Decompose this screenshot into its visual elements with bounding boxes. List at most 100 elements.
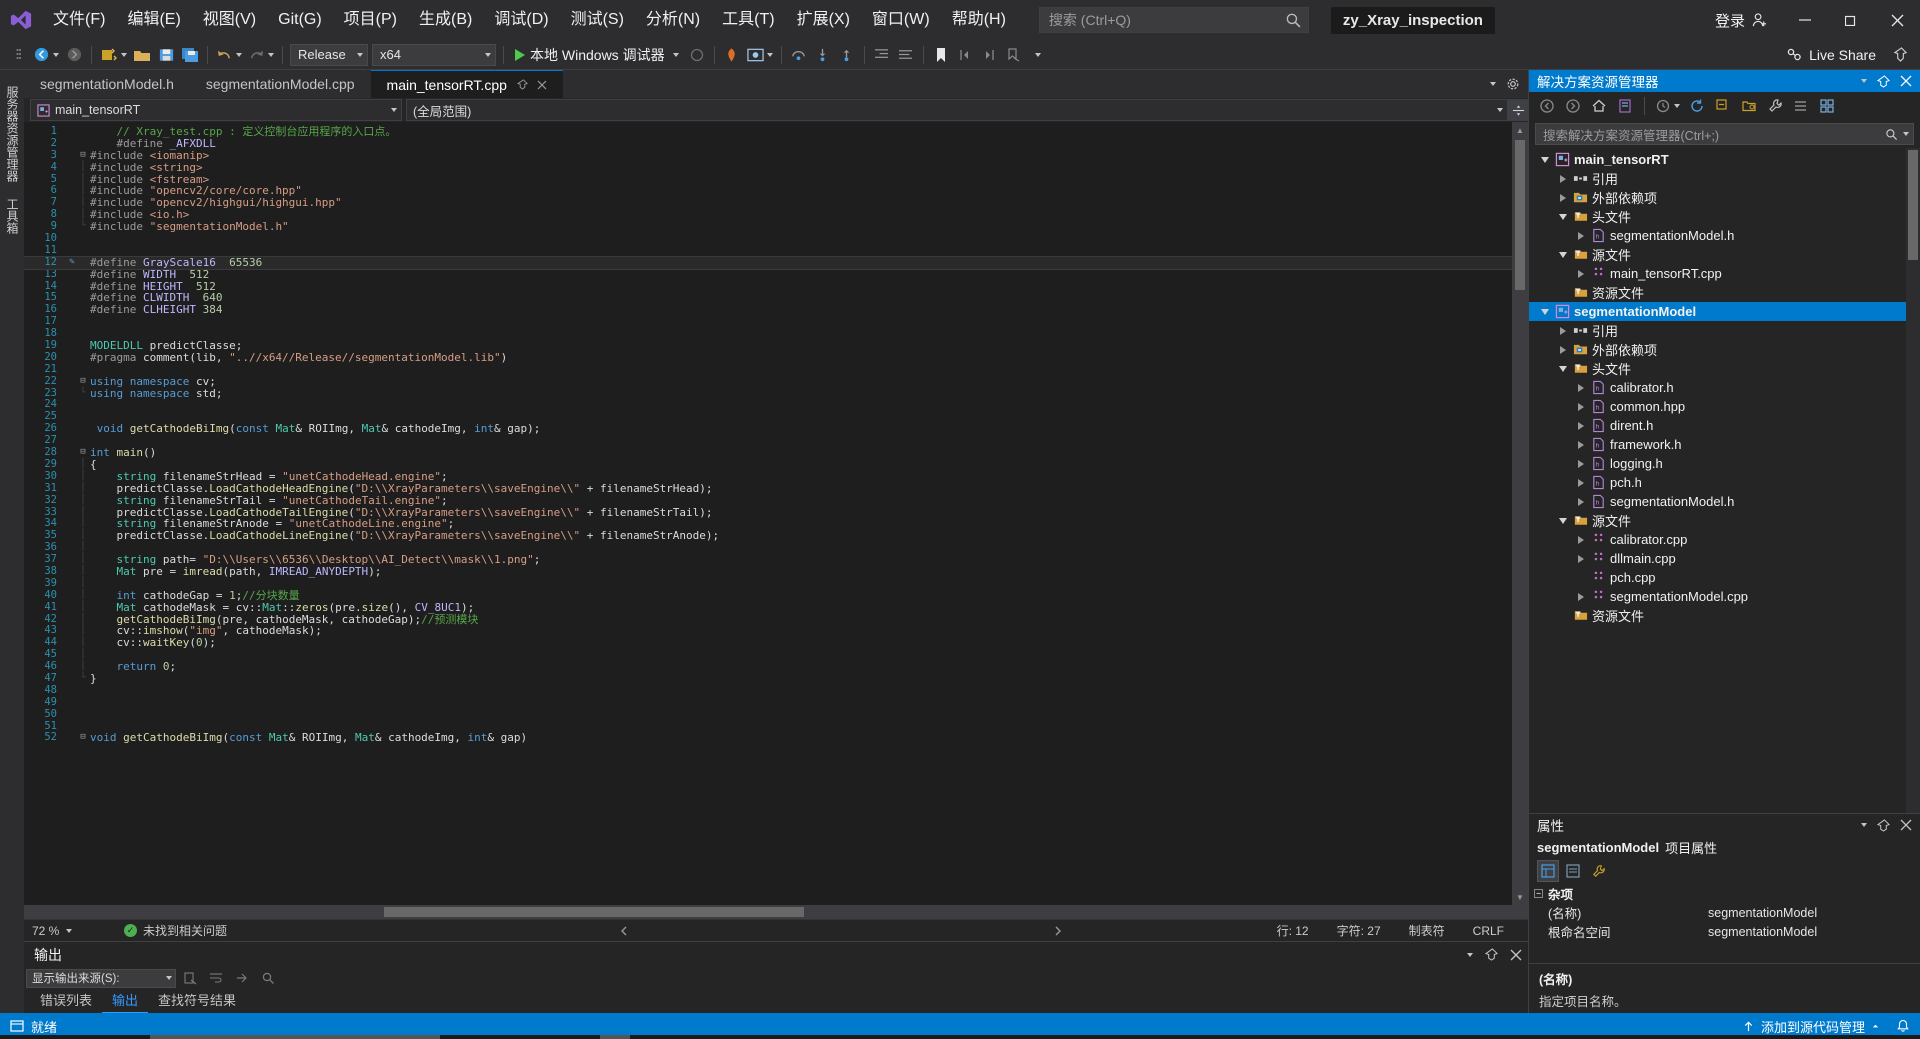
- solution-tree-item[interactable]: pch.cpp: [1529, 568, 1920, 587]
- editor-settings-gear-icon[interactable]: [1506, 77, 1520, 91]
- editor-hscroll-thumb[interactable]: [384, 907, 804, 917]
- indent-decrease-button[interactable]: [870, 42, 894, 68]
- code-line[interactable]: 48: [24, 684, 1512, 697]
- close-output-icon[interactable]: [1510, 949, 1522, 961]
- solution-tree-item[interactable]: 引用: [1529, 321, 1920, 340]
- solution-configuration-select[interactable]: Release: [290, 43, 368, 66]
- step-out-button[interactable]: [835, 42, 859, 68]
- code-line[interactable]: 17: [24, 315, 1512, 328]
- output-source-select[interactable]: 显示输出来源(S):: [26, 968, 176, 988]
- code-line[interactable]: 47 └}: [24, 672, 1512, 685]
- comment-button[interactable]: [894, 42, 918, 68]
- se-forward-button[interactable]: [1561, 93, 1585, 119]
- chevron-down-icon[interactable]: [1537, 156, 1553, 163]
- chevron-right-icon[interactable]: [1555, 326, 1571, 335]
- redo-button[interactable]: [245, 42, 277, 68]
- undo-caret-icon[interactable]: [236, 52, 242, 57]
- taskbar-item[interactable]: [600, 1035, 630, 1039]
- editor-tab-segmentationmodel-cpp[interactable]: segmentationModel.cpp: [189, 70, 371, 98]
- output-toggle-wordwrap-button[interactable]: [204, 965, 228, 991]
- solution-tree-item[interactable]: h logging.h: [1529, 454, 1920, 473]
- properties-pages-button[interactable]: [1587, 860, 1609, 882]
- split-editor-button[interactable]: [1508, 99, 1528, 121]
- menu-git[interactable]: Git(G): [267, 0, 333, 40]
- editor-tab-main-tensorrt-cpp[interactable]: main_tensorRT.cpp: [370, 70, 563, 98]
- solution-tree-item[interactable]: h dirent.h: [1529, 416, 1920, 435]
- tab-find-symbol-results[interactable]: 查找符号结果: [148, 989, 246, 1013]
- fold-marker[interactable]: ⊟: [78, 447, 88, 459]
- editor-zoom-select[interactable]: 72 %: [32, 924, 106, 938]
- solution-explorer-search-input[interactable]: 搜索解决方案资源管理器(Ctrl+;): [1535, 123, 1914, 145]
- step-into-button[interactable]: [811, 42, 835, 68]
- chevron-right-icon[interactable]: [1573, 421, 1589, 430]
- save-button[interactable]: [154, 42, 178, 68]
- taskbar-item[interactable]: [150, 1035, 440, 1039]
- solution-tree-item[interactable]: 引用: [1529, 169, 1920, 188]
- chevron-right-icon[interactable]: [1573, 231, 1589, 240]
- solution-tree-item[interactable]: h calibrator.h: [1529, 378, 1920, 397]
- code-line[interactable]: 4 │ #include <string>: [24, 161, 1512, 174]
- code-line[interactable]: 14 #define HEIGHT 512: [24, 280, 1512, 293]
- properties-categorized-button[interactable]: [1537, 860, 1559, 882]
- solution-platform-select[interactable]: x64: [372, 43, 496, 66]
- code-line[interactable]: 10: [24, 232, 1512, 245]
- solution-explorer-tree[interactable]: main_tensorRT 引用 外部依赖项 头文件 h segmentationMode…: [1529, 148, 1920, 813]
- se-collapse-all-button[interactable]: [1711, 93, 1735, 119]
- properties-alphabetical-button[interactable]: [1562, 860, 1584, 882]
- menu-extensions[interactable]: 扩展(X): [786, 0, 861, 40]
- chevron-right-icon[interactable]: [1555, 174, 1571, 183]
- code-line[interactable]: 38 │ Mat pre = imread(path, IMREAD_ANYDEP…: [24, 565, 1512, 578]
- editor-tab-segmentationmodel-h[interactable]: segmentationModel.h: [24, 70, 190, 98]
- solution-tree-item[interactable]: dllmain.cpp: [1529, 549, 1920, 568]
- chevron-right-icon[interactable]: [1573, 592, 1589, 601]
- scroll-up-arrow-icon[interactable]: ▲: [1512, 122, 1528, 138]
- clear-bookmarks-button[interactable]: [1001, 42, 1025, 68]
- chevron-down-icon[interactable]: [1555, 213, 1571, 220]
- code-line[interactable]: 45 │: [24, 648, 1512, 661]
- code-line[interactable]: 13 #define WIDTH 512: [24, 268, 1512, 281]
- sign-in-button[interactable]: 登录: [1701, 10, 1782, 31]
- output-clear-all-button[interactable]: [178, 965, 202, 991]
- chevron-right-icon[interactable]: [1573, 535, 1589, 544]
- chevron-right-icon[interactable]: [1573, 459, 1589, 468]
- chevron-down-icon[interactable]: [1555, 517, 1571, 524]
- solution-tree-item[interactable]: h segmentationModel.h: [1529, 492, 1920, 511]
- toolbar-overflow-button[interactable]: [1025, 42, 1049, 68]
- properties-category-misc[interactable]: − 杂项: [1529, 884, 1920, 903]
- close-solution-explorer-icon[interactable]: [1900, 75, 1912, 87]
- add-to-source-control-button[interactable]: 添加到源代码管理: [1742, 1017, 1880, 1036]
- toolbar-options-grip[interactable]: [6, 42, 30, 68]
- collapse-category-icon[interactable]: −: [1534, 889, 1543, 898]
- solution-tree-item[interactable]: h pch.h: [1529, 473, 1920, 492]
- se-preview-selected-button[interactable]: [1789, 93, 1813, 119]
- menu-edit[interactable]: 编辑(E): [116, 0, 191, 40]
- close-tab-icon[interactable]: [537, 80, 547, 90]
- se-class-view-button[interactable]: [1815, 93, 1839, 119]
- solution-tree-item[interactable]: h common.hpp: [1529, 397, 1920, 416]
- menu-help[interactable]: 帮助(H): [941, 0, 1017, 40]
- chevron-right-icon[interactable]: [1573, 497, 1589, 506]
- menu-file[interactable]: 文件(F): [42, 0, 116, 40]
- code-line[interactable]: 35 │ predictClasse.LoadCathodeLineEngine(…: [24, 529, 1512, 542]
- tab-output[interactable]: 输出: [102, 989, 149, 1013]
- preview-caret-icon[interactable]: [766, 52, 773, 57]
- restore-button[interactable]: [1828, 0, 1874, 40]
- code-line[interactable]: 18: [24, 327, 1512, 340]
- issue-prev-icon[interactable]: [619, 925, 631, 937]
- attach-process-button[interactable]: [685, 42, 709, 68]
- debugger-caret-icon[interactable]: [672, 52, 679, 57]
- property-row[interactable]: 根命名空间 segmentationModel: [1529, 922, 1920, 941]
- code-line[interactable]: 16 #define CLHEIGHT 384: [24, 303, 1512, 316]
- se-pending-changes-button[interactable]: [1652, 93, 1683, 119]
- solution-tree-item[interactable]: 源文件: [1529, 511, 1920, 530]
- solution-tree-item[interactable]: segmentationModel: [1529, 302, 1920, 321]
- fold-marker[interactable]: ⊟: [78, 732, 88, 744]
- menu-project[interactable]: 项目(P): [333, 0, 408, 40]
- solution-tree-scrollbar[interactable]: [1906, 148, 1920, 813]
- solution-tree-item[interactable]: 头文件: [1529, 207, 1920, 226]
- property-value[interactable]: segmentationModel: [1708, 925, 1920, 939]
- code-line[interactable]: 50: [24, 708, 1512, 721]
- new-project-button[interactable]: [97, 42, 130, 68]
- close-properties-icon[interactable]: [1900, 819, 1912, 831]
- solution-tree-item[interactable]: h segmentationModel.h: [1529, 226, 1920, 245]
